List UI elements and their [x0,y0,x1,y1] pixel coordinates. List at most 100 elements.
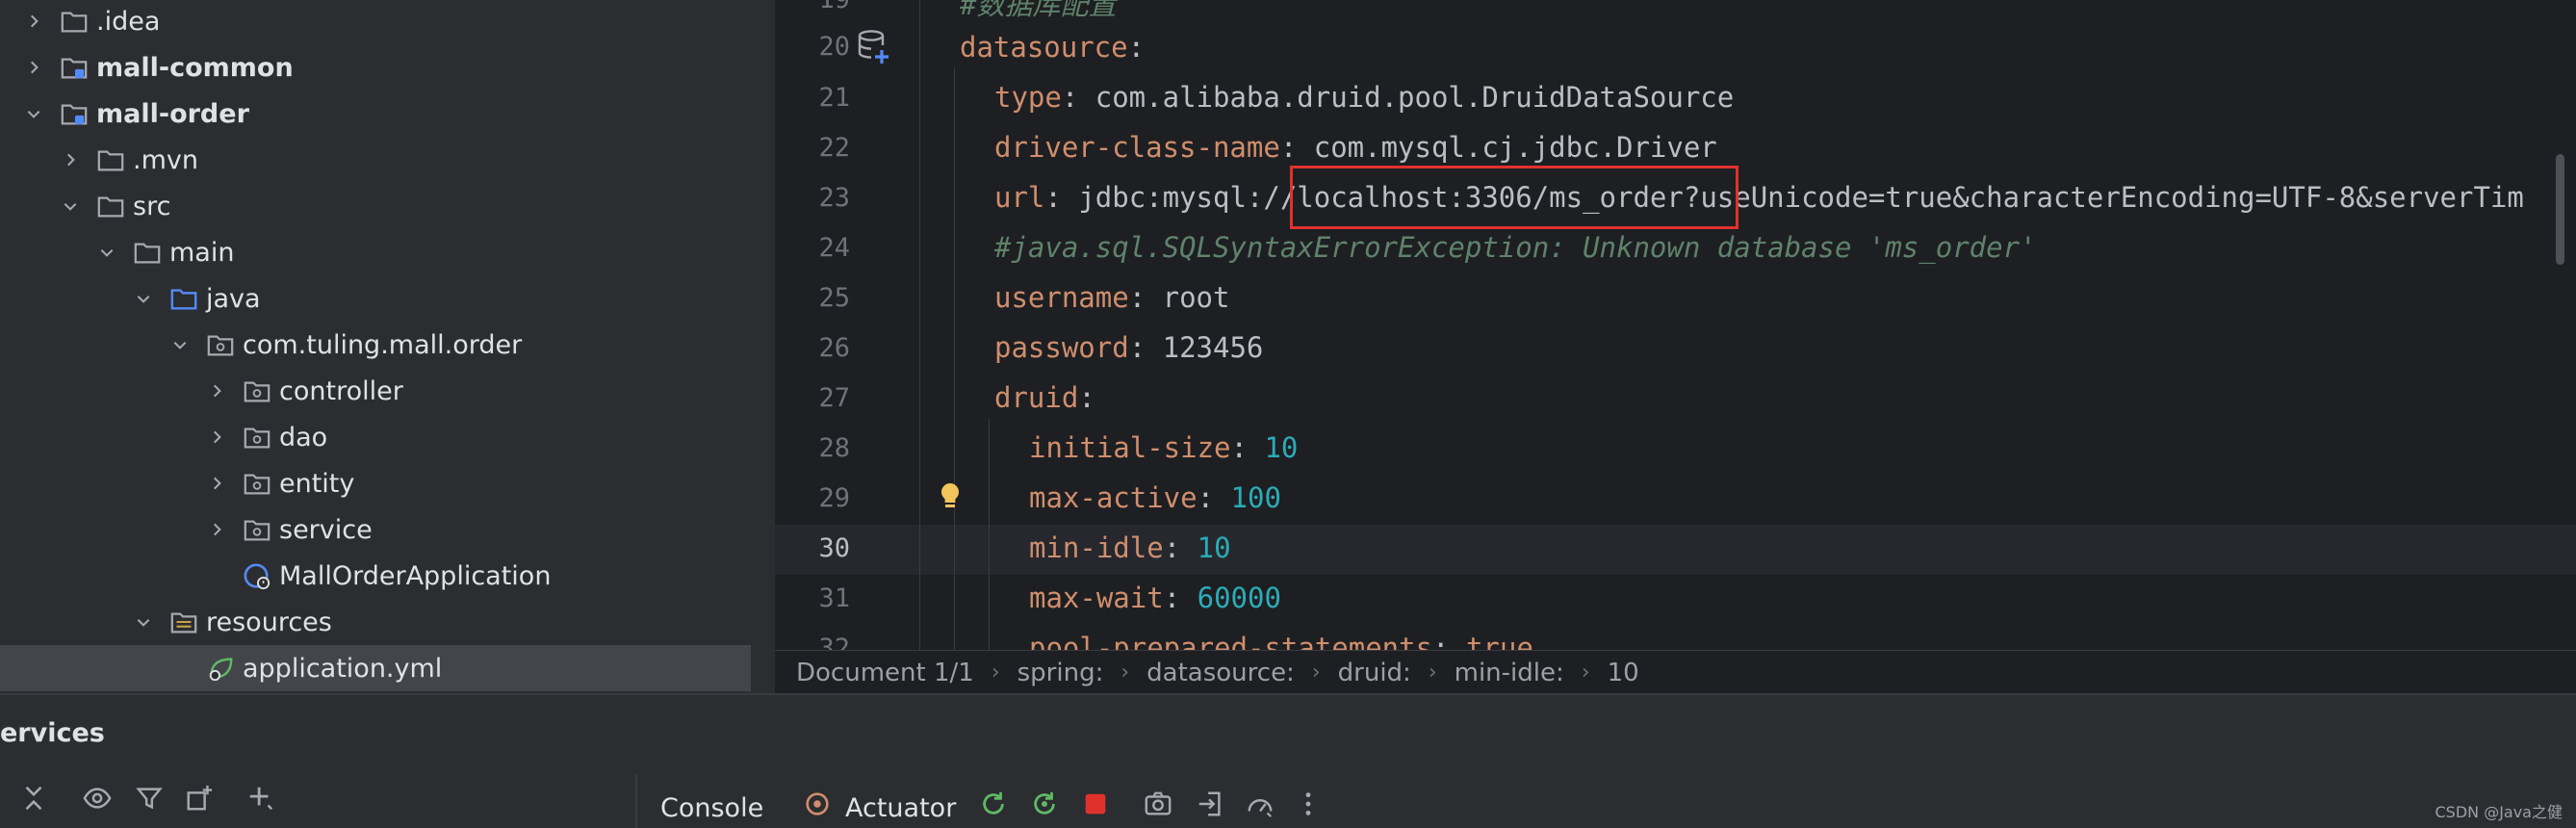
chevron-right-icon: › [1311,660,1321,685]
panel-separator [635,774,637,828]
yaml-value: 60000 [1197,582,1281,614]
chevron-down-icon[interactable] [133,288,154,309]
yaml-key: password [994,331,1129,364]
breadcrumb-item[interactable]: druid: [1338,659,1411,687]
chevron-down-icon[interactable] [133,611,154,633]
code-line: datasource: [960,31,1146,64]
tree-item-service[interactable]: service [0,506,775,553]
chevron-down-icon[interactable] [60,195,81,217]
spring-boot-class-icon [244,563,270,590]
chevron-right-icon[interactable] [206,427,227,448]
yaml-key: min-idle [1029,531,1164,564]
tree-item-main[interactable]: main [0,229,775,275]
services-panel: ervices Console Actuator CSDN @Java之健 [0,695,2576,828]
project-tree: .idea mall-common mall-order .mvn src ma… [0,0,775,693]
lightbulb-icon[interactable] [939,481,962,512]
code-editor[interactable]: 19 20 21 22 23 24 25 26 27 28 29 30 31 3… [775,0,2576,693]
breadcrumb-item[interactable]: datasource: [1146,659,1295,687]
folder-icon [134,243,161,264]
tab-actuator[interactable]: Actuator [845,793,956,823]
new-group-icon[interactable] [183,782,216,815]
eye-icon[interactable] [81,782,114,815]
camera-icon[interactable] [1142,788,1174,820]
line-number: 20 [818,32,850,62]
chevron-right-icon: › [991,660,1000,685]
tree-item-mall-common[interactable]: mall-common [0,44,775,91]
gutter-separator [919,0,920,650]
line-number: 24 [818,233,850,263]
chevron-down-icon[interactable] [23,103,44,124]
login-icon[interactable] [1194,788,1226,820]
code-line: initial-size: 10 [1029,431,1299,464]
yaml-value: root [1162,281,1230,314]
chevron-right-icon[interactable] [206,473,227,494]
tree-item-entity[interactable]: entity [0,460,775,506]
tab-console[interactable]: Console [660,793,763,823]
tree-item-label: com.tuling.mall.order [243,329,523,360]
tree-item-label: mall-order [96,98,249,129]
tree-item-mall-order[interactable]: mall-order [0,91,775,137]
code-line: min-idle: 10 [1029,531,1231,564]
watermark: CSDN @Java之健 [2434,803,2563,821]
yaml-value: com.mysql.cj.jdbc.Driver [1313,131,1717,164]
chevron-right-icon[interactable] [206,519,227,540]
breadcrumb: Document 1/1 › spring: › datasource: › d… [775,650,2576,694]
breadcrumb-item[interactable]: min-idle: [1455,659,1564,687]
yaml-key: datasource [960,31,1128,64]
line-number: 22 [818,133,850,163]
chevron-down-icon[interactable] [169,334,191,355]
package-icon [207,335,234,356]
spring-config-file-icon [209,658,233,682]
tree-item-package[interactable]: com.tuling.mall.order [0,322,775,368]
folder-icon [97,150,124,171]
folder-icon [61,12,88,33]
indent-guide [954,67,955,655]
add-icon[interactable] [245,782,277,815]
chevron-right-icon[interactable] [23,11,44,32]
filter-icon[interactable] [133,782,166,815]
tree-item-label: mall-common [96,52,294,83]
database-icon[interactable] [856,29,890,65]
tree-item-label: java [206,283,261,314]
dashboard-icon[interactable] [1244,788,1276,820]
tree-item-resources[interactable]: resources [0,599,775,645]
line-number: 26 [818,333,850,363]
line-number: 23 [818,183,850,213]
tree-item-label: application.yml [243,653,443,684]
breadcrumb-item[interactable]: 10 [1608,659,1639,687]
package-icon [244,381,270,402]
tree-item-mvn[interactable]: .mvn [0,137,775,183]
chevron-right-icon: › [1121,660,1130,685]
yaml-value: 10 [1264,431,1299,464]
breadcrumb-item[interactable]: spring: [1018,659,1104,687]
chevron-right-icon[interactable] [206,380,227,401]
editor-scrollbar[interactable] [2556,154,2564,265]
chevron-down-icon[interactable] [96,242,117,263]
chevron-right-icon: › [1428,660,1437,685]
tree-item-controller[interactable]: controller [0,368,775,414]
tree-item-dao[interactable]: dao [0,414,775,460]
tree-item-label: main [169,237,235,268]
package-icon [244,520,270,541]
source-folder-icon [170,289,197,310]
more-options-icon[interactable] [1292,788,1325,820]
tree-item-application-yml[interactable]: application.yml [0,645,751,691]
tree-item-src[interactable]: src [0,183,775,229]
rerun-icon[interactable] [977,788,1010,820]
breadcrumb-item[interactable]: Document 1/1 [796,659,974,687]
chevron-right-icon[interactable] [23,57,44,78]
code-line: type: com.alibaba.druid.pool.DruidDataSo… [994,81,1735,114]
chevron-right-icon[interactable] [60,149,81,170]
tree-item-idea[interactable]: .idea [0,0,775,44]
collapse-all-icon[interactable] [17,782,50,815]
tree-item-mall-order-application[interactable]: MallOrderApplication [0,553,775,599]
stop-icon[interactable] [1079,788,1112,820]
code-line: druid: [994,381,1095,414]
restart-icon[interactable] [1028,788,1061,820]
tree-item-java[interactable]: java [0,275,775,322]
yaml-key: druid [994,381,1079,414]
tree-item-label: .idea [96,6,161,37]
yaml-value: 100 [1230,481,1281,514]
chevron-right-icon: › [1581,660,1590,685]
resources-folder-icon [170,612,197,634]
